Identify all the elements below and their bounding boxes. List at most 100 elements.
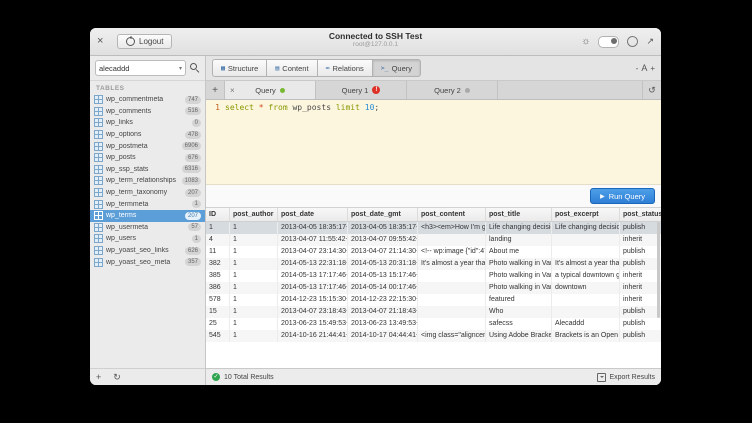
column-header-post_date[interactable]: post_date <box>278 208 348 221</box>
sidebar-item-wp_yoast_seo_meta[interactable]: wp_yoast_seo_meta357 <box>90 256 205 268</box>
table-cell: It's almost a year that I im <box>552 258 620 270</box>
table-row[interactable]: 1112013-04-07 23:14:30+02013-04-07 21:14… <box>206 246 661 258</box>
maximize-icon[interactable]: ↗ <box>646 36 654 47</box>
sidebar: alecaddd ▾ TABLES wp_commentmeta747wp_co… <box>90 56 206 385</box>
table-cell: 545 <box>206 330 230 342</box>
table-row[interactable]: 412013-04-07 11:55:42+02013-04-07 09:55:… <box>206 234 661 246</box>
table-name: wp_links <box>106 119 189 126</box>
results-area: IDpost_authorpost_datepost_date_gmtpost_… <box>206 208 661 368</box>
sidebar-item-wp_commentmeta[interactable]: wp_commentmeta747 <box>90 94 205 106</box>
table-cell: 4 <box>206 234 230 246</box>
tab-query-2[interactable]: Query 2 <box>407 81 498 99</box>
table-icon <box>94 246 103 255</box>
table-row[interactable]: 38212014-05-13 22:31:18+02014-05-13 20:3… <box>206 258 661 270</box>
table-cell: publish <box>620 222 661 234</box>
view-toolbar: ▦Structure▤Content∞Relations>_Query - A … <box>206 56 661 81</box>
view-button-structure[interactable]: ▦Structure <box>212 59 267 77</box>
table-cell: 2013-06-23 13:49:53+0 <box>348 318 418 330</box>
run-query-button[interactable]: ▶ Run Query <box>590 188 655 204</box>
table-cell: publish <box>620 246 661 258</box>
query-tabbar: + ×QueryQuery 1!Query 2 ↺ <box>206 81 661 100</box>
sidebar-item-wp_yoast_seo_links[interactable]: wp_yoast_seo_links626 <box>90 245 205 257</box>
table-row[interactable]: 38612014-05-13 17:17:46+02014-05-14 00:1… <box>206 282 661 294</box>
sidebar-item-wp_links[interactable]: wp_links0 <box>90 117 205 129</box>
window-close-icon[interactable]: × <box>97 36 109 47</box>
font-increase-button[interactable]: + <box>650 64 655 73</box>
scrollbar[interactable] <box>657 222 660 318</box>
table-name: wp_term_taxonomy <box>106 189 182 196</box>
theme-icon[interactable]: ☼ <box>581 37 590 47</box>
content-icon: ▤ <box>275 64 279 72</box>
sidebar-item-wp_term_relationships[interactable]: wp_term_relationships1083 <box>90 175 205 187</box>
sidebar-item-wp_users[interactable]: wp_users1 <box>90 233 205 245</box>
sidebar-item-wp_postmeta[interactable]: wp_postmeta6906 <box>90 140 205 152</box>
font-decrease-button[interactable]: - <box>636 64 639 73</box>
column-header-post_date_gmt[interactable]: post_date_gmt <box>348 208 418 221</box>
tab-query[interactable]: ×Query <box>225 81 316 99</box>
table-cell: 2013-04-07 09:55:42+0 <box>348 234 418 246</box>
table-cell <box>552 306 620 318</box>
column-header-post_author[interactable]: post_author <box>230 208 278 221</box>
view-button-query[interactable]: >_Query <box>373 59 421 77</box>
table-row[interactable]: 57812014-12-23 15:15:30+02014-12-23 22:1… <box>206 294 661 306</box>
dark-mode-toggle[interactable] <box>598 36 619 48</box>
results-filler <box>206 342 661 368</box>
table-icon <box>94 142 103 151</box>
query-actionbar: ▶ Run Query <box>206 184 661 208</box>
table-cell: 1 <box>230 234 278 246</box>
table-cell: 11 <box>206 246 230 258</box>
column-header-post_status[interactable]: post_status <box>620 208 661 221</box>
column-header-post_content[interactable]: post_content <box>418 208 486 221</box>
table-cell: publish <box>620 330 661 342</box>
window-title: Connected to SSH Test <box>329 31 422 41</box>
view-button-content[interactable]: ▤Content <box>267 59 317 77</box>
screen: × Logout Connected to SSH Test root@127.… <box>0 0 752 423</box>
table-name: wp_posts <box>106 154 182 161</box>
table-row[interactable]: 2512013-06-23 15:49:53+02013-06-23 13:49… <box>206 318 661 330</box>
line-number: 1 <box>206 102 225 113</box>
column-header-post_excerpt[interactable]: post_excerpt <box>552 208 620 221</box>
table-row[interactable]: 38512014-05-13 17:17:46+02014-05-13 15:1… <box>206 270 661 282</box>
sidebar-item-wp_posts[interactable]: wp_posts676 <box>90 152 205 164</box>
table-row[interactable]: 1512013-04-07 23:18:43+02013-04-07 21:18… <box>206 306 661 318</box>
sidebar-item-wp_comments[interactable]: wp_comments516 <box>90 106 205 118</box>
export-results-button[interactable]: Export Results <box>597 373 655 382</box>
app-window: × Logout Connected to SSH Test root@127.… <box>90 28 661 385</box>
table-cell: 2014-05-14 00:17:46+0 <box>348 282 418 294</box>
history-icon[interactable]: ↺ <box>642 81 661 99</box>
sidebar-item-wp_termmeta[interactable]: wp_termmeta1 <box>90 198 205 210</box>
table-search-input[interactable]: alecaddd ▾ <box>95 60 186 76</box>
add-table-icon[interactable]: + <box>96 372 101 382</box>
status-circle-icon[interactable] <box>627 36 638 47</box>
sidebar-item-wp_terms[interactable]: wp_terms207 <box>90 210 205 222</box>
sidebar-item-wp_options[interactable]: wp_options478 <box>90 129 205 141</box>
chevron-down-icon: ▾ <box>179 65 182 72</box>
refresh-icon[interactable]: ↻ <box>113 372 121 383</box>
logout-label: Logout <box>139 37 163 46</box>
search-icon[interactable] <box>190 63 200 73</box>
row-count-badge: 478 <box>185 131 201 139</box>
table-row[interactable]: 54512014-10-16 21:44:41+02014-10-17 04:4… <box>206 330 661 342</box>
sidebar-item-wp_usermeta[interactable]: wp_usermeta57 <box>90 222 205 234</box>
table-name: wp_users <box>106 235 189 242</box>
tab-query-1[interactable]: Query 1! <box>316 81 407 99</box>
table-icon <box>94 95 103 104</box>
table-cell: It's almost a year that I im <box>418 258 486 270</box>
column-header-id[interactable]: ID <box>206 208 230 221</box>
code-row: 1 select * from wp_posts limit 10; <box>206 102 661 113</box>
close-tab-icon[interactable]: × <box>230 86 235 95</box>
table-cell: 1 <box>230 282 278 294</box>
sidebar-item-wp_term_taxonomy[interactable]: wp_term_taxonomy207 <box>90 187 205 199</box>
sidebar-item-wp_ssp_stats[interactable]: wp_ssp_stats6316 <box>90 164 205 176</box>
logout-button[interactable]: Logout <box>117 34 172 49</box>
main-panel: ▦Structure▤Content∞Relations>_Query - A … <box>206 56 661 385</box>
table-name: wp_yoast_seo_links <box>106 247 182 254</box>
column-header-post_title[interactable]: post_title <box>486 208 552 221</box>
query-editor[interactable]: 1 select * from wp_posts limit 10; <box>206 100 661 184</box>
view-button-relations[interactable]: ∞Relations <box>318 59 373 77</box>
table-row[interactable]: 112013-04-05 18:35:17+02013-04-05 18:35:… <box>206 222 661 234</box>
connection-subtitle: root@127.0.0.1 <box>329 41 422 49</box>
table-cell: inherit <box>620 270 661 282</box>
new-tab-button[interactable]: + <box>206 81 225 99</box>
row-count-badge: 6316 <box>182 165 201 173</box>
